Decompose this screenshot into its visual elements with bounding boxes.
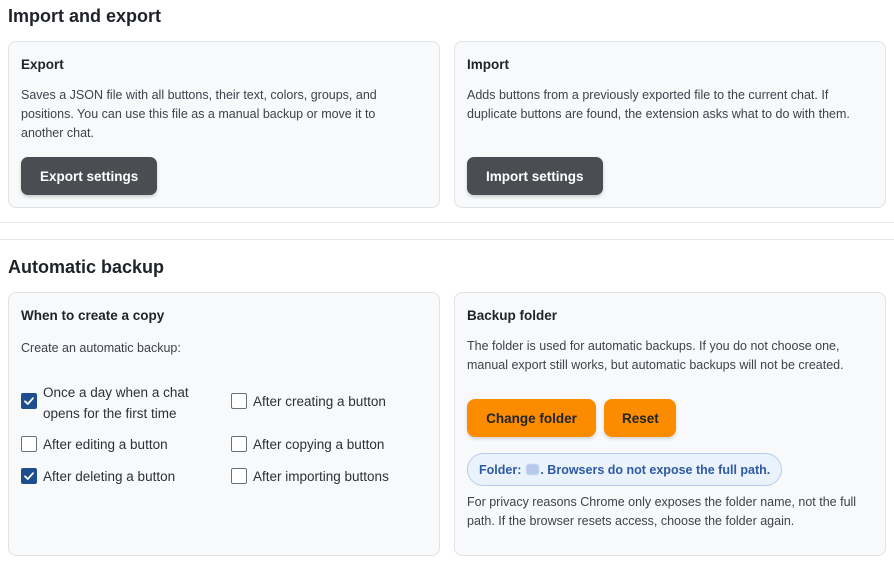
import-card-title: Import [467, 57, 509, 72]
privacy-note: For privacy reasons Chrome only exposes … [467, 495, 857, 528]
export-settings-button[interactable]: Export settings [21, 157, 158, 195]
when-to-copy-card: When to create a copy Create an automati… [8, 292, 440, 556]
checkbox-label: Once a day when a chat opens for the fir… [43, 385, 189, 421]
checkbox-label: After creating a button [253, 394, 386, 409]
export-card-title: Export [21, 57, 64, 72]
export-description: Saves a JSON file with all buttons, thei… [21, 88, 377, 140]
checkbox-icon[interactable] [231, 436, 247, 452]
change-folder-button[interactable]: Change folder [467, 399, 596, 437]
folder-status-badge: Folder: . Browsers do not expose the ful… [467, 453, 783, 486]
checkbox-after-deleting[interactable]: After deleting a button [21, 466, 175, 487]
section-divider [0, 239, 894, 240]
settings-page: Import and export Export Saves a JSON fi… [0, 0, 894, 563]
reset-folder-button[interactable]: Reset [604, 399, 676, 437]
folder-prefix: Folder: [479, 462, 522, 477]
checkmark-icon [24, 397, 34, 405]
automatic-backup-heading: Automatic backup [8, 257, 165, 277]
folder-suffix: . Browsers do not expose the full path. [540, 462, 771, 477]
folder-description: The folder is used for automatic backups… [467, 339, 844, 372]
import-card: Import Adds buttons from a previously ex… [454, 41, 886, 208]
checkbox-icon[interactable] [231, 468, 247, 484]
checkbox-label: After deleting a button [43, 469, 176, 484]
import-settings-button[interactable]: Import settings [467, 157, 603, 195]
checkbox-icon[interactable] [21, 436, 37, 452]
checkbox-label: After editing a button [43, 437, 168, 452]
checkmark-icon [24, 472, 34, 480]
create-backup-label: Create an automatic backup: [21, 341, 181, 355]
checkbox-icon[interactable] [21, 393, 37, 409]
checkbox-daily-open[interactable]: Once a day when a chat opens for the fir… [21, 382, 211, 424]
import-export-heading: Import and export [8, 6, 162, 26]
checkbox-label: After copying a button [253, 437, 385, 452]
folder-card-title: Backup folder [467, 308, 558, 323]
when-card-title: When to create a copy [21, 308, 165, 323]
checkbox-after-copying[interactable]: After copying a button [231, 434, 384, 455]
section-divider [0, 222, 894, 223]
export-card: Export Saves a JSON file with all button… [8, 41, 440, 208]
checkbox-icon[interactable] [21, 468, 37, 484]
checkbox-icon[interactable] [231, 393, 247, 409]
backup-folder-card: Backup folder The folder is used for aut… [454, 292, 886, 556]
checkbox-after-editing[interactable]: After editing a button [21, 434, 168, 455]
checkbox-after-creating[interactable]: After creating a button [231, 391, 386, 412]
import-description: Adds buttons from a previously exported … [467, 88, 850, 121]
checkbox-label: After importing buttons [253, 469, 389, 484]
folder-name-redacted [526, 464, 540, 475]
checkbox-after-importing[interactable]: After importing buttons [231, 466, 389, 487]
